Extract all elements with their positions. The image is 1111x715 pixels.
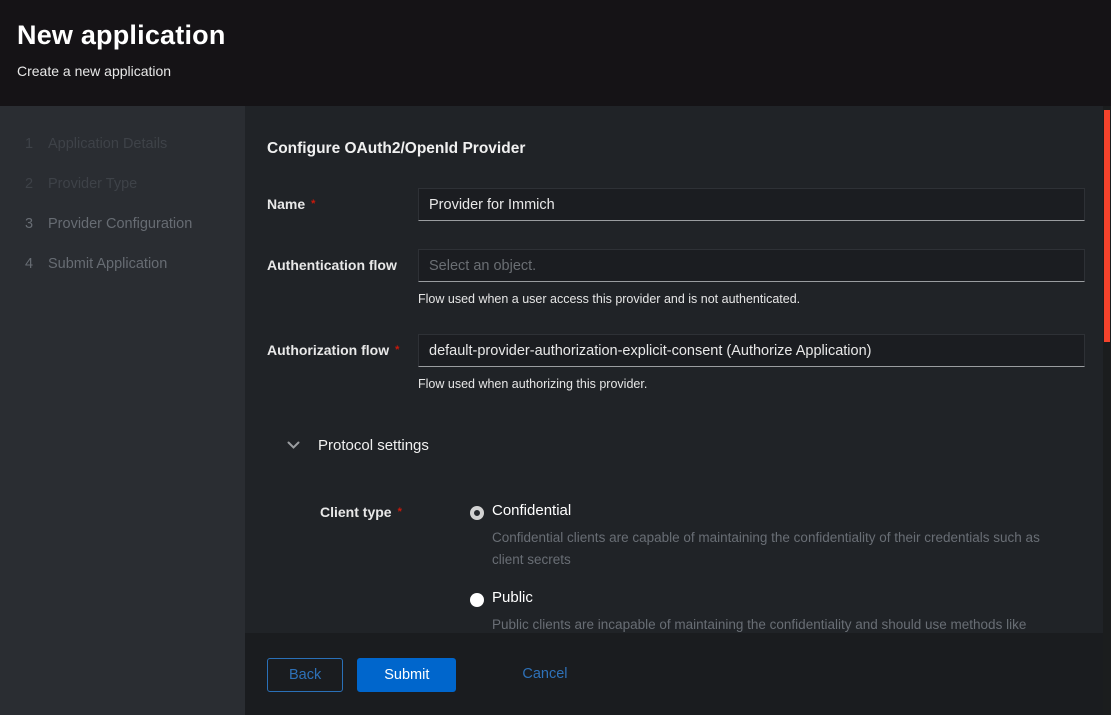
step-label: Application Details	[48, 136, 167, 152]
name-field-row: Name*	[267, 188, 1085, 221]
authorization-flow-input[interactable]	[418, 334, 1085, 367]
wizard-steps-sidebar: 1 Application Details 2 Provider Type 3 …	[0, 106, 245, 715]
required-asterisk: *	[311, 198, 315, 210]
client-type-radio-group: Confidential Confidential clients are ca…	[470, 502, 1085, 633]
radio-confidential[interactable]	[470, 506, 484, 520]
scrollbar-track[interactable]	[1103, 106, 1111, 715]
radio-public-description: Public clients are incapable of maintain…	[492, 614, 1070, 633]
cancel-button[interactable]: Cancel	[522, 658, 567, 690]
required-asterisk: *	[398, 506, 402, 518]
client-type-option-public: Public Public clients are incapable of m…	[470, 589, 1085, 633]
wizard-layout: 1 Application Details 2 Provider Type 3 …	[0, 106, 1111, 715]
step-label: Submit Application	[48, 256, 167, 272]
scrollbar-thumb[interactable]	[1104, 110, 1110, 342]
radio-confidential-title: Confidential	[492, 502, 1070, 519]
client-type-option-confidential: Confidential Confidential clients are ca…	[470, 502, 1085, 577]
wizard-step-submit-application[interactable]: 4 Submit Application	[0, 256, 245, 271]
authentication-flow-help: Flow used when a user access this provid…	[418, 292, 1085, 306]
step-number: 1	[25, 136, 48, 152]
provider-form: Configure OAuth2/OpenId Provider Name* A…	[245, 106, 1111, 633]
page-header: New application Create a new application	[0, 0, 1111, 106]
form-heading: Configure OAuth2/OpenId Provider	[267, 140, 1085, 158]
wizard-step-provider-configuration[interactable]: 3 Provider Configuration	[0, 216, 245, 231]
protocol-settings-section: Client type* Confidential Confidential c…	[267, 502, 1085, 633]
wizard-step-provider-type[interactable]: 2 Provider Type	[0, 176, 245, 191]
client-type-label: Client type*	[320, 502, 470, 633]
protocol-settings-title: Protocol settings	[318, 437, 429, 454]
authentication-flow-label: Authentication flow	[267, 249, 418, 306]
step-number: 2	[25, 176, 48, 192]
step-label: Provider Configuration	[48, 216, 192, 232]
authentication-flow-input[interactable]	[418, 249, 1085, 282]
required-asterisk: *	[395, 344, 399, 356]
authorization-flow-help: Flow used when authorizing this provider…	[418, 377, 1085, 391]
back-button[interactable]: Back	[267, 658, 343, 692]
step-label: Provider Type	[48, 176, 137, 192]
chevron-down-icon[interactable]	[287, 441, 300, 450]
radio-public[interactable]	[470, 593, 484, 607]
client-type-field-row: Client type* Confidential Confidential c…	[320, 502, 1085, 633]
radio-public-title: Public	[492, 589, 1070, 606]
authorization-flow-label: Authorization flow*	[267, 334, 418, 391]
page-subtitle: Create a new application	[17, 63, 1087, 79]
step-number: 4	[25, 256, 48, 272]
name-label: Name*	[267, 188, 418, 221]
wizard-step-application-details[interactable]: 1 Application Details	[0, 136, 245, 151]
wizard-footer: Back Submit Cancel	[245, 633, 1111, 715]
authorization-flow-field-row: Authorization flow* Flow used when autho…	[267, 334, 1085, 391]
protocol-settings-toggle[interactable]: Protocol settings	[287, 437, 1085, 454]
radio-confidential-description: Confidential clients are capable of main…	[492, 527, 1070, 571]
page-title: New application	[17, 20, 1087, 51]
name-input[interactable]	[418, 188, 1085, 221]
step-number: 3	[25, 216, 48, 232]
wizard-main-pane: Configure OAuth2/OpenId Provider Name* A…	[245, 106, 1111, 715]
submit-button[interactable]: Submit	[357, 658, 456, 692]
authentication-flow-field-row: Authentication flow Flow used when a use…	[267, 249, 1085, 306]
